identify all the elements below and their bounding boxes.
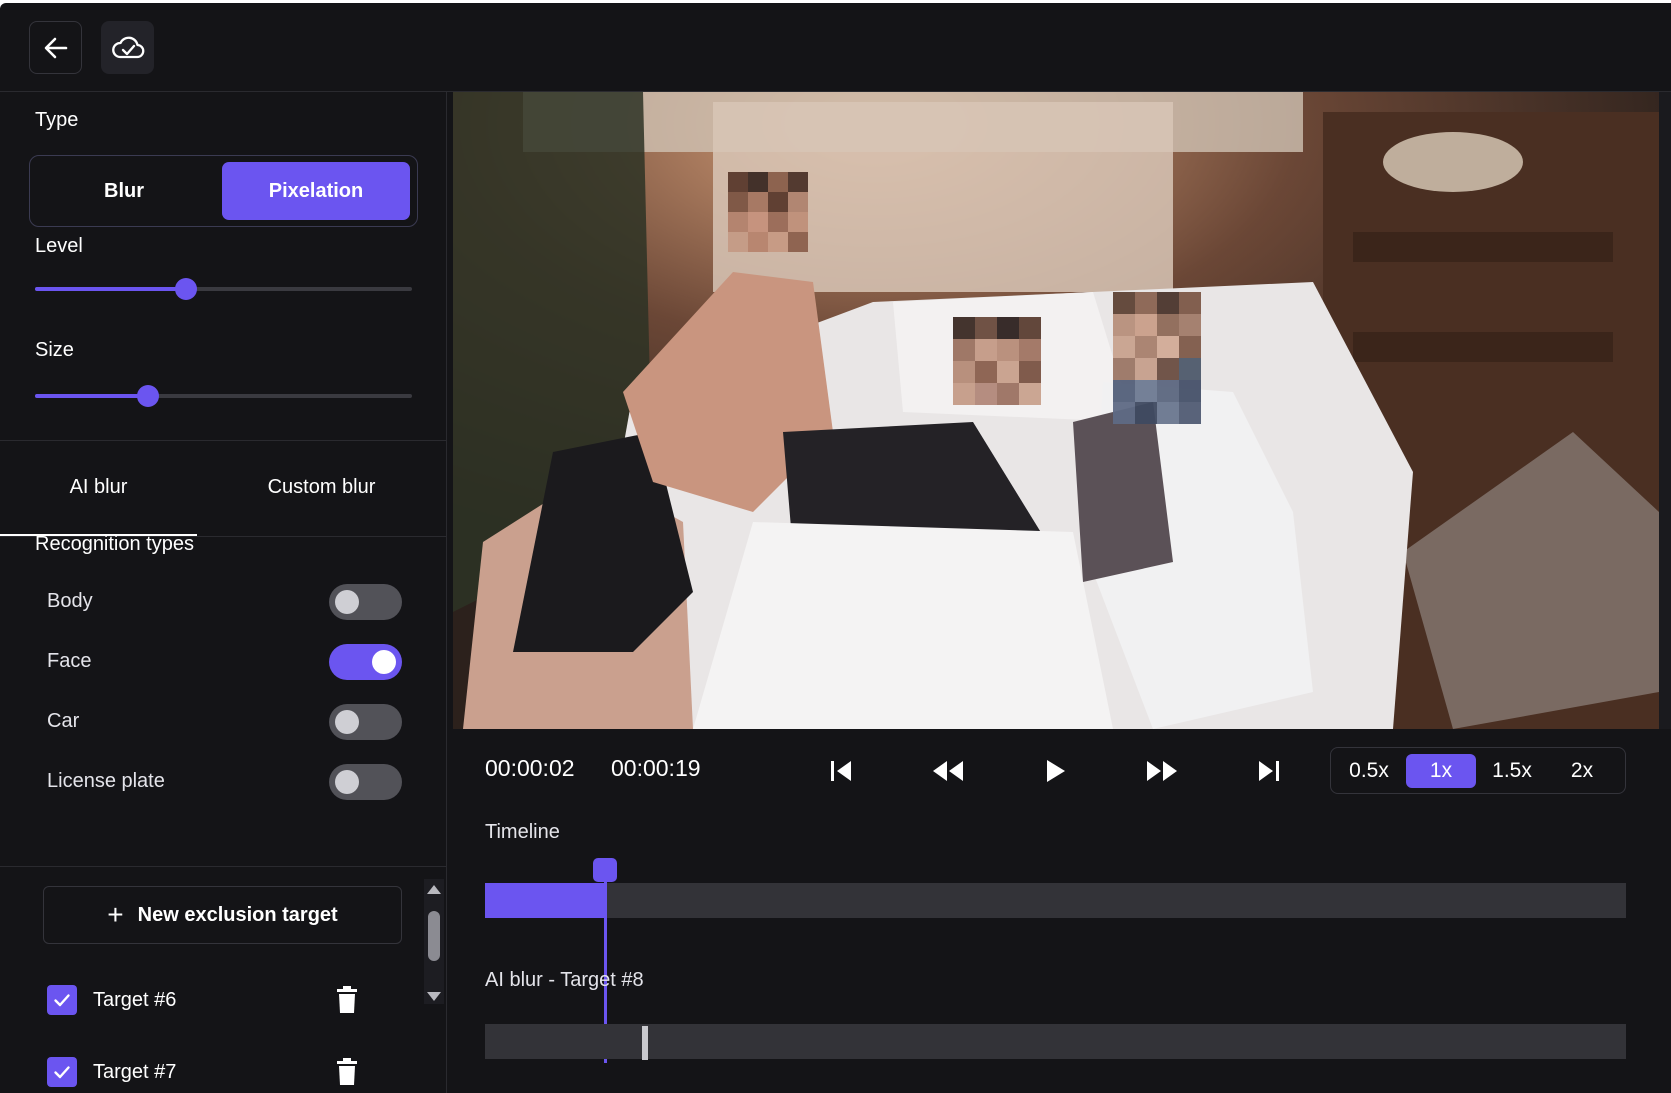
recognition-row-license-plate: License plate [47, 764, 402, 800]
video-edge [1659, 92, 1671, 729]
checkmark-icon [54, 994, 70, 1007]
recognition-row-face: Face [47, 644, 402, 680]
face-toggle[interactable] [329, 644, 402, 680]
speed-1.5x[interactable]: 1.5x [1477, 754, 1547, 788]
body-toggle[interactable] [329, 584, 402, 620]
playback-speed-control: 0.5x 1x 1.5x 2x [1330, 747, 1626, 794]
target-label: Target #6 [93, 989, 177, 1011]
scroll-up-arrow-icon[interactable] [427, 885, 441, 894]
target-row: Target #7 [47, 1057, 367, 1089]
timeline-track[interactable] [485, 883, 1626, 918]
recognition-label: Face [47, 650, 92, 672]
speed-1x[interactable]: 1x [1406, 754, 1476, 788]
settings-sidebar: Type Blur Pixelation Level Size AI blur … [0, 92, 447, 1093]
license-plate-toggle[interactable] [329, 764, 402, 800]
rewind-button[interactable] [928, 751, 968, 791]
scrollbar-thumb[interactable] [428, 911, 440, 961]
total-duration: 00:00:19 [611, 755, 701, 781]
type-label: Type [35, 109, 79, 131]
recognition-types-title: Recognition types [35, 533, 194, 555]
skip-to-start-button[interactable] [821, 751, 861, 791]
playhead-handle[interactable] [593, 858, 617, 882]
target-checkbox[interactable] [47, 1057, 77, 1087]
rewind-icon [933, 761, 963, 781]
blur-option[interactable]: Blur [36, 162, 212, 220]
video-frame [453, 92, 1659, 729]
plus-icon: + [107, 899, 124, 930]
trash-icon [337, 986, 357, 1013]
play-icon [1047, 760, 1065, 782]
size-slider-thumb[interactable] [137, 385, 160, 407]
divider [0, 866, 447, 867]
app-window: Type Blur Pixelation Level Size AI blur … [0, 3, 1671, 1093]
video-preview[interactable] [453, 92, 1659, 729]
tab-custom-blur[interactable]: Custom blur [208, 468, 435, 506]
level-slider-thumb[interactable] [174, 278, 197, 300]
arrow-left-icon [44, 37, 67, 58]
recognition-label: Body [47, 590, 93, 612]
target-label: Target #7 [93, 1061, 177, 1083]
recognition-label: License plate [47, 770, 165, 792]
tab-ai-blur[interactable]: AI blur [0, 468, 197, 506]
timeline-progress [485, 883, 605, 918]
fast-forward-icon [1147, 761, 1177, 781]
back-button[interactable] [29, 21, 82, 74]
trash-icon [337, 1058, 357, 1085]
ai-blur-track-label: AI blur - Target #8 [485, 969, 644, 991]
skip-to-end-button[interactable] [1249, 751, 1289, 791]
level-slider-fill [35, 287, 186, 291]
toggle-knob [335, 590, 359, 614]
toggle-knob [335, 770, 359, 794]
recognition-row-body: Body [47, 584, 402, 620]
play-button[interactable] [1035, 751, 1075, 791]
recognition-row-car: Car [47, 704, 402, 740]
level-label: Level [35, 235, 83, 257]
checkmark-icon [54, 1066, 70, 1079]
target-checkbox[interactable] [47, 985, 77, 1015]
toggle-knob [372, 650, 396, 674]
cloud-save-button[interactable] [101, 21, 154, 74]
pixelation-option[interactable]: Pixelation [222, 162, 410, 220]
skip-end-icon [1259, 761, 1279, 781]
speed-0.5x[interactable]: 0.5x [1334, 754, 1404, 788]
delete-target-button[interactable] [336, 986, 358, 1019]
skip-start-icon [831, 761, 851, 781]
target-row: Target #6 [47, 985, 367, 1017]
ai-blur-track[interactable] [485, 1024, 1626, 1059]
size-slider[interactable] [35, 385, 412, 407]
delete-target-button[interactable] [336, 1058, 358, 1091]
car-toggle[interactable] [329, 704, 402, 740]
scroll-down-arrow-icon[interactable] [427, 992, 441, 1001]
targets-scrollbar[interactable] [424, 879, 444, 1004]
current-time: 00:00:02 [485, 755, 575, 781]
size-slider-fill [35, 394, 149, 398]
top-bar [0, 3, 1671, 92]
level-slider[interactable] [35, 278, 412, 300]
fast-forward-button[interactable] [1142, 751, 1182, 791]
new-exclusion-label: New exclusion target [137, 903, 338, 926]
speed-2x[interactable]: 2x [1547, 754, 1617, 788]
recognition-label: Car [47, 710, 80, 732]
timeline-label: Timeline [485, 821, 560, 843]
divider [0, 440, 447, 441]
track-marker[interactable] [642, 1026, 648, 1060]
size-label: Size [35, 339, 74, 361]
type-segmented-control: Blur Pixelation [29, 155, 418, 227]
cloud-check-icon [111, 36, 144, 58]
new-exclusion-target-button[interactable]: + New exclusion target [43, 886, 402, 944]
toggle-knob [335, 710, 359, 734]
